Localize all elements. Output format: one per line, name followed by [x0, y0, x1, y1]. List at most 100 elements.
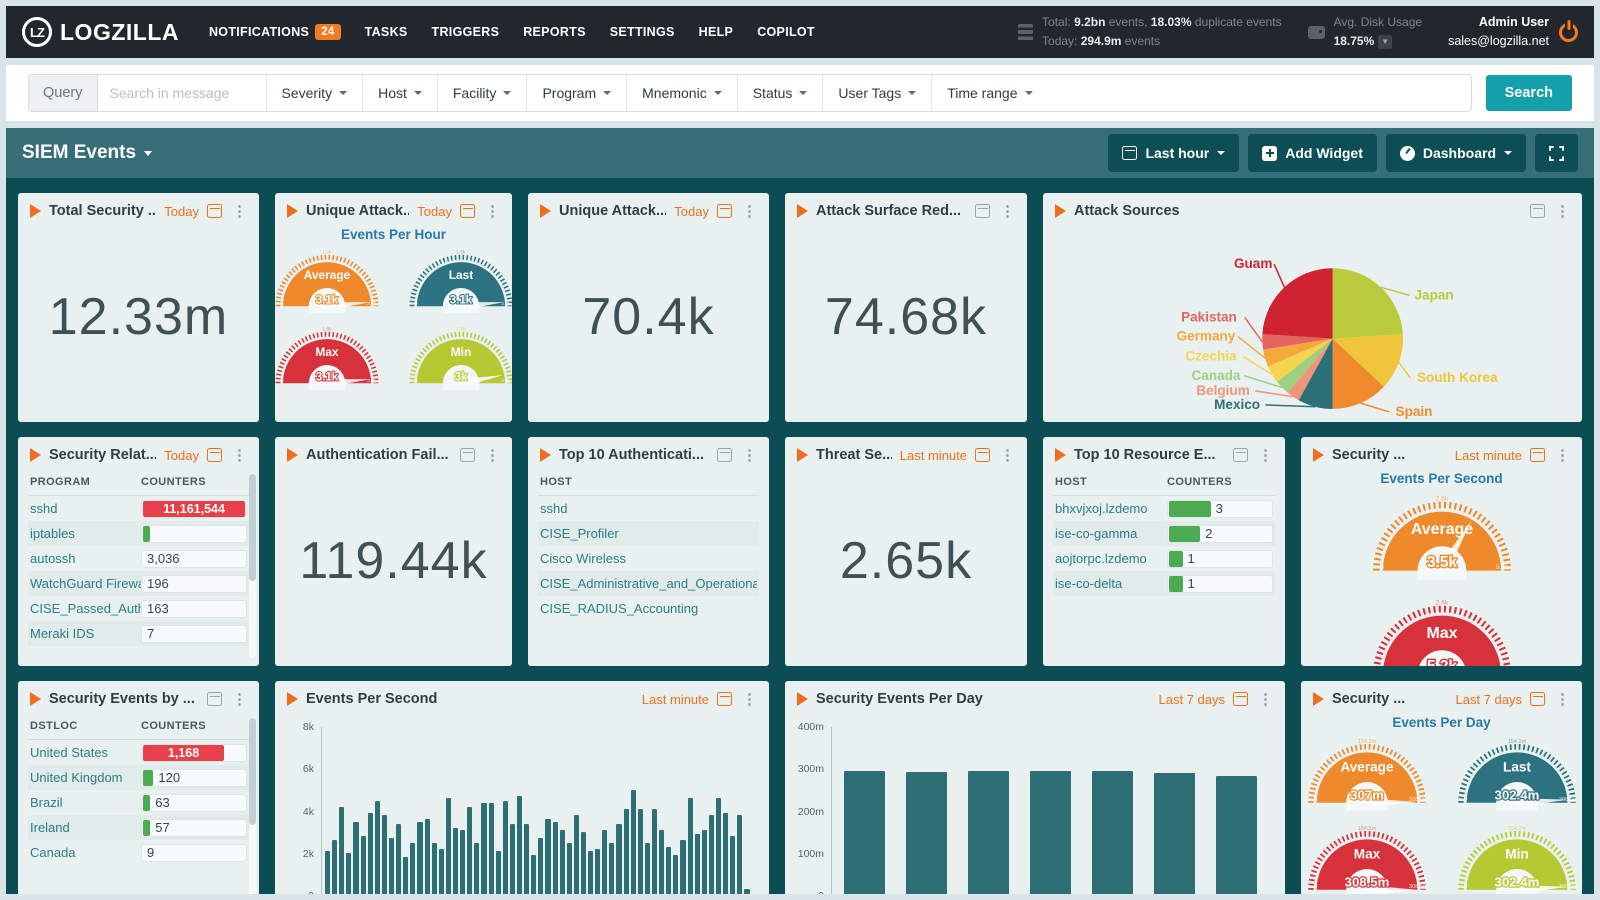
search-button[interactable]: Search [1486, 75, 1572, 111]
pie-slice[interactable] [1333, 268, 1403, 338]
gauge[interactable]: 1.6k03.2kAverage3.1k [275, 246, 383, 313]
gauge[interactable]: 154.2m0308.5mMax308.5m [1303, 821, 1431, 894]
calendar-icon[interactable] [975, 204, 990, 218]
row-link[interactable]: aojtorpc.lzdemo [1055, 551, 1167, 566]
chart-bar[interactable] [353, 822, 358, 895]
chart-bar[interactable] [744, 889, 749, 894]
calendar-icon[interactable] [717, 448, 732, 462]
gauge[interactable]: 154.2m0308.5mAverage307m [1303, 734, 1431, 811]
gauge[interactable]: 1.6k03.2kLast3.1k [405, 246, 513, 313]
play-icon[interactable] [540, 204, 551, 218]
widget-timerange[interactable]: Last 7 days [1159, 692, 1226, 707]
widget-timerange[interactable]: Today [164, 448, 199, 463]
nav-item-help[interactable]: HELP [699, 25, 734, 39]
nav-item-settings[interactable]: SETTINGS [610, 25, 675, 39]
chart-bar[interactable] [453, 828, 458, 894]
calendar-icon[interactable] [1233, 692, 1248, 706]
chart-bar[interactable] [680, 840, 685, 894]
chart-bar[interactable] [361, 836, 366, 894]
row-link[interactable]: United Kingdom [30, 770, 141, 785]
widget-timerange[interactable]: Last minute [900, 448, 967, 463]
chart-bar[interactable] [460, 830, 465, 894]
chart-bar[interactable] [489, 803, 494, 894]
kebab-menu-icon[interactable]: ⋮ [998, 448, 1017, 463]
kebab-menu-icon[interactable]: ⋮ [1256, 448, 1275, 463]
logout-power-icon[interactable] [1559, 23, 1578, 42]
chart-bar[interactable] [673, 855, 678, 894]
filter-mnemonic[interactable]: Mnemonic [626, 75, 737, 111]
chart-bar[interactable] [375, 801, 380, 895]
chart-bar[interactable] [631, 790, 636, 894]
nav-item-reports[interactable]: REPORTS [523, 25, 586, 39]
chart-bar[interactable] [906, 772, 947, 894]
row-link[interactable]: Cisco Wireless [540, 551, 757, 566]
calendar-icon[interactable] [1530, 448, 1545, 462]
filter-status[interactable]: Status [737, 75, 823, 111]
chart-bar[interactable] [510, 824, 515, 894]
widget-timerange[interactable]: Today [164, 204, 199, 219]
chart-bar[interactable] [410, 843, 415, 895]
time-range-button[interactable]: Last hour [1108, 134, 1239, 172]
kebab-menu-icon[interactable]: ⋮ [740, 692, 759, 707]
kebab-menu-icon[interactable]: ⋮ [740, 448, 759, 463]
nav-item-triggers[interactable]: TRIGGERS [432, 25, 500, 39]
pie-slice[interactable] [1262, 268, 1332, 338]
user-info[interactable]: Admin User sales@logzilla.net [1448, 13, 1549, 51]
chart-bar[interactable] [524, 824, 529, 894]
calendar-icon[interactable] [717, 204, 732, 218]
widget-timerange[interactable]: Last minute [642, 692, 709, 707]
dashboard-title-dropdown[interactable]: SIEM Events [22, 142, 152, 164]
chart-bar[interactable] [638, 809, 643, 894]
chart-bar[interactable] [659, 830, 664, 894]
chart-bar[interactable] [609, 843, 614, 895]
gauge[interactable]: 154.2m0308.5mLast302.4m [1453, 734, 1581, 811]
logo[interactable]: LZ LOGZILLA [22, 17, 179, 47]
chart-bar[interactable] [467, 807, 472, 894]
chart-bar[interactable] [332, 840, 337, 894]
kebab-menu-icon[interactable]: ⋮ [1256, 692, 1275, 707]
fullscreen-button[interactable] [1535, 134, 1578, 172]
add-widget-button[interactable]: Add Widget [1248, 134, 1377, 172]
row-link[interactable]: ise-co-delta [1055, 576, 1167, 591]
calendar-icon[interactable] [1530, 692, 1545, 706]
gauge[interactable]: 1.6k03.2kMax3.1k [275, 323, 383, 390]
kebab-menu-icon[interactable]: ⋮ [1553, 204, 1572, 219]
chart-bar[interactable] [538, 838, 543, 894]
filter-time-range[interactable]: Time range [931, 75, 1047, 111]
chart-bar[interactable] [446, 798, 451, 894]
play-icon[interactable] [287, 692, 298, 706]
chart-bar[interactable] [382, 815, 387, 894]
play-icon[interactable] [287, 204, 298, 218]
gauge[interactable]: 2.6k05.2kMax5.2k [1367, 594, 1517, 666]
chart-bar[interactable] [716, 798, 721, 894]
nav-item-tasks[interactable]: TASKS [365, 25, 408, 39]
chart-bar[interactable] [432, 843, 437, 895]
widget-timerange[interactable]: Today [674, 204, 709, 219]
kebab-menu-icon[interactable]: ⋮ [1553, 448, 1572, 463]
widget-timerange[interactable]: Today [417, 204, 452, 219]
chart-bar[interactable] [595, 849, 600, 894]
row-link[interactable]: Meraki IDS [30, 626, 141, 641]
chart-bar[interactable] [474, 843, 479, 895]
play-icon[interactable] [30, 204, 41, 218]
chart-bar[interactable] [602, 830, 607, 894]
play-icon[interactable] [797, 204, 808, 218]
filter-severity[interactable]: Severity [266, 75, 363, 111]
calendar-icon[interactable] [207, 204, 222, 218]
play-icon[interactable] [30, 448, 41, 462]
chart-bar[interactable] [346, 853, 351, 894]
filter-user-tags[interactable]: User Tags [822, 75, 931, 111]
row-link[interactable]: sshd [540, 501, 757, 516]
play-icon[interactable] [1055, 448, 1066, 462]
chart-bar[interactable] [702, 830, 707, 894]
play-icon[interactable] [1313, 448, 1324, 462]
play-icon[interactable] [1313, 692, 1324, 706]
chart-bar[interactable] [1216, 776, 1257, 894]
row-link[interactable]: CISE_Profiler [540, 526, 757, 541]
chart-bar[interactable] [417, 822, 422, 895]
chart-bar[interactable] [968, 771, 1009, 894]
gauge[interactable]: 2.6k05.2kAverage3.5k [1367, 490, 1517, 580]
play-icon[interactable] [540, 448, 551, 462]
chart-bar[interactable] [737, 815, 742, 894]
play-icon[interactable] [797, 692, 808, 706]
